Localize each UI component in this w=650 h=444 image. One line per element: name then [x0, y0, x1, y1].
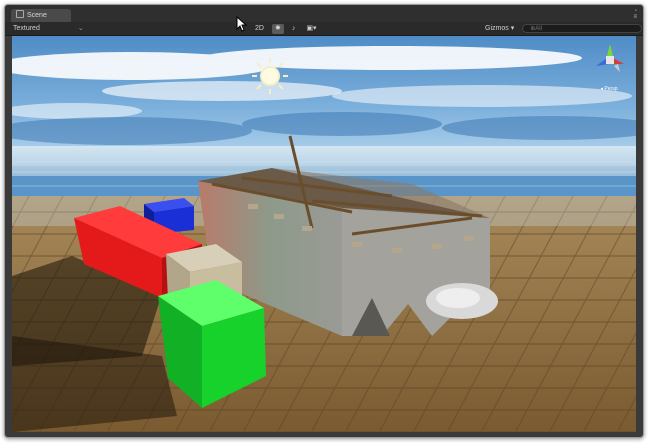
- scene-viewport[interactable]: ◂ Persp: [12, 36, 636, 432]
- scene-render: ◂ Persp: [12, 36, 636, 432]
- gizmos-dropdown[interactable]: Gizmos ▾: [485, 22, 514, 35]
- svg-text:◂ Persp: ◂ Persp: [601, 86, 618, 92]
- mouse-cursor-icon: [236, 16, 248, 32]
- scene-icon: [16, 10, 24, 18]
- effects-icon[interactable]: ▣▾: [303, 24, 319, 34]
- window-controls: ▫ ≡: [633, 8, 637, 20]
- 2d-toggle-button[interactable]: 2D: [252, 24, 267, 34]
- scene-toolbar: Textured ⌄ 2D ✸ ♪ ▣▾ Gizmos ▾ ⊕All: [5, 22, 643, 36]
- gizmos-chevron-icon: ▾: [510, 25, 515, 32]
- shading-mode-dropdown[interactable]: Textured: [13, 25, 40, 32]
- window-titlebar: Scene ▫ ≡: [5, 5, 643, 22]
- effects-chevron-icon: ▾: [312, 24, 317, 32]
- tab-scene-label: Scene: [27, 12, 47, 19]
- menu-icon[interactable]: ≡: [633, 14, 637, 20]
- tab-scene[interactable]: Scene: [11, 9, 71, 22]
- lighting-icon[interactable]: ✸: [271, 23, 284, 34]
- audio-icon[interactable]: ♪: [289, 24, 299, 34]
- chevron-down-icon[interactable]: ⌄: [78, 25, 84, 32]
- hierarchy-search-input[interactable]: ⊕All: [522, 24, 643, 33]
- scene-window: Scene ▫ ≡ Textured ⌄ 2D ✸ ♪ ▣▾ Gizmos ▾ ⊕…: [4, 4, 644, 438]
